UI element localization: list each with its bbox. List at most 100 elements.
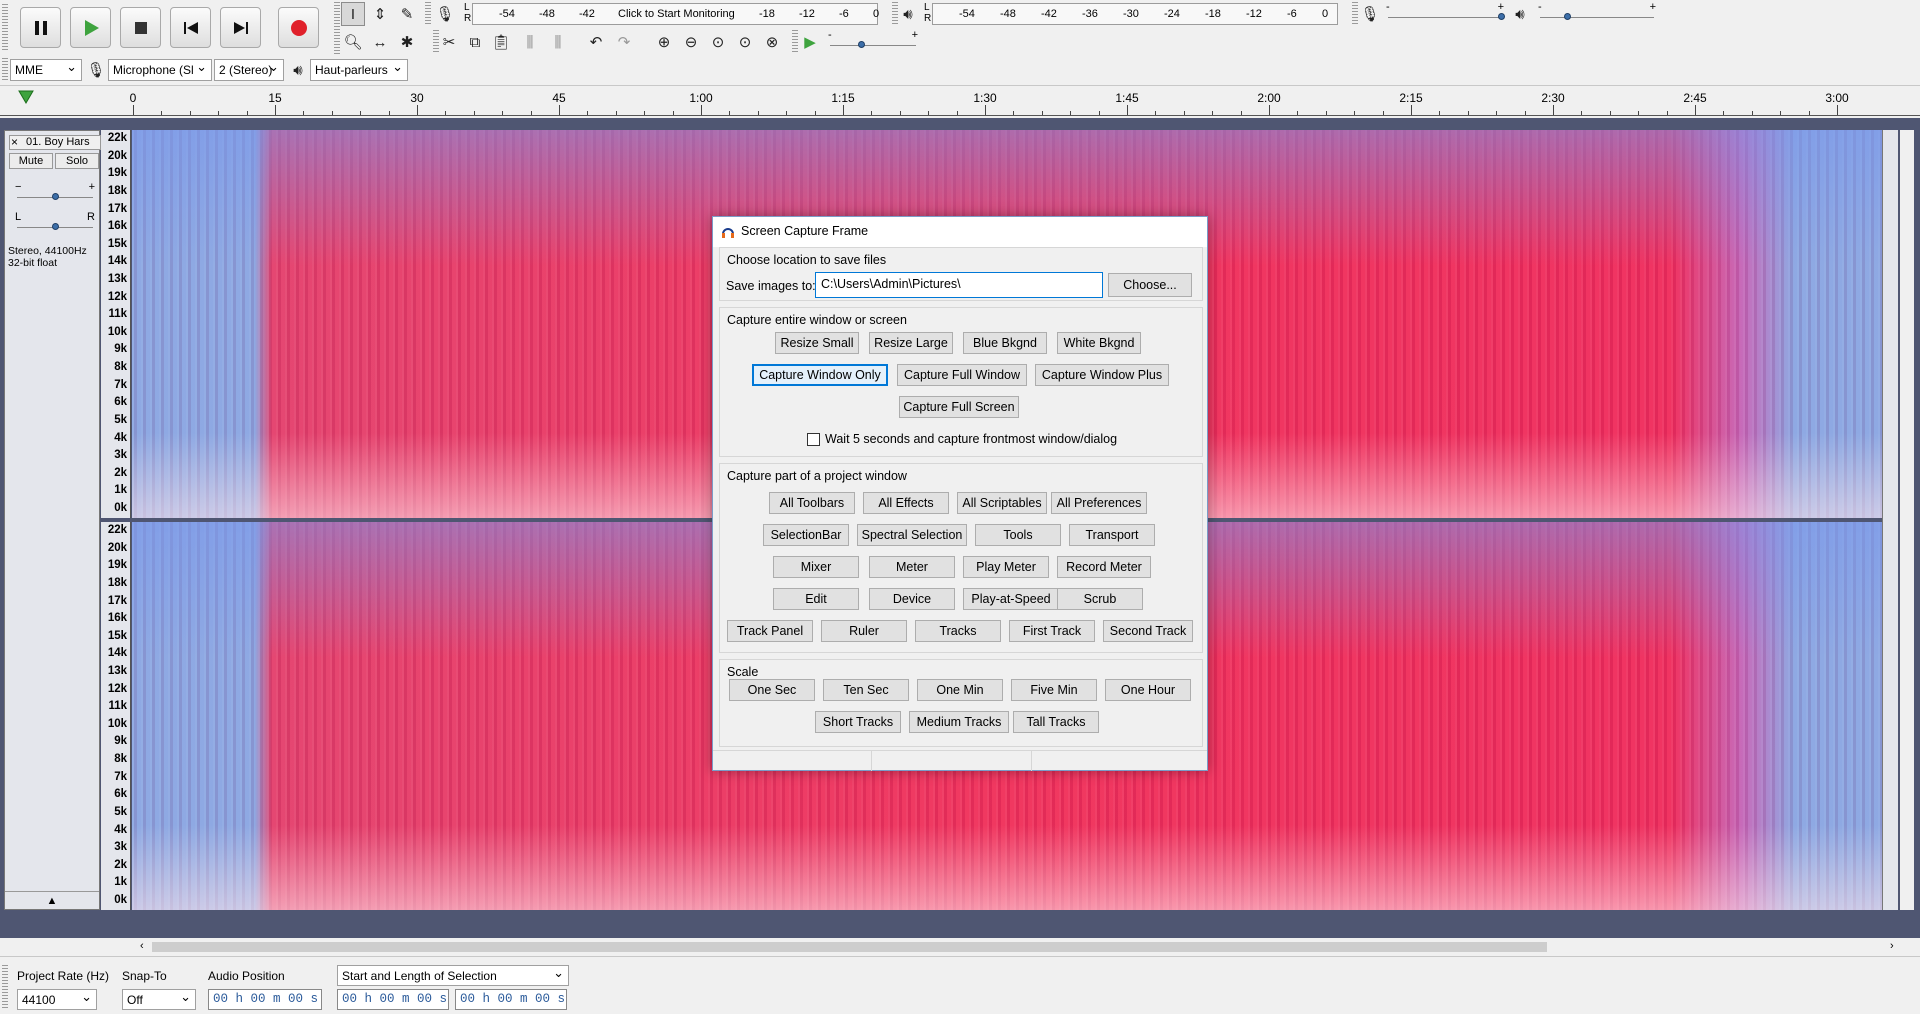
cut-button[interactable]: ✂ [437,30,461,54]
selection-mode-select[interactable]: Start and Length of Selection [337,965,569,986]
scroll-thumb[interactable] [152,942,1547,952]
play-button[interactable] [70,7,111,48]
play-at-speed-capture-button[interactable]: Play-at-Speed [963,588,1059,610]
paste-button[interactable]: 📋︎ [489,30,513,54]
scrub-capture-button[interactable]: Scrub [1057,588,1143,610]
one-min-scale-button[interactable]: One Min [917,679,1003,701]
trim-button[interactable]: ⫼ [518,30,542,54]
slider-thumb[interactable] [52,193,59,200]
zoom-in-button[interactable]: ⊕ [652,30,676,54]
resize-small-button[interactable]: Resize Small [775,332,859,354]
meter-capture-button[interactable]: Meter [869,556,955,578]
silence-button[interactable]: ⫼ [546,30,570,54]
audio-position-field[interactable]: 00 h 00 m 00 s [208,989,322,1010]
recording-device-select[interactable]: Microphone (Sl [108,59,212,81]
solo-button[interactable]: Solo [55,153,99,169]
selection-start-field[interactable]: 00 h 00 m 00 s [337,989,449,1010]
close-track-icon[interactable]: × [11,135,18,149]
skip-end-button[interactable] [220,7,261,48]
slider-thumb[interactable] [1498,13,1505,20]
capture-window-only-button[interactable]: Capture Window Only [752,364,888,386]
envelope-tool-button[interactable]: ⇕ [368,2,392,26]
white-background-button[interactable]: White Bkgnd [1057,332,1141,354]
save-path-input[interactable]: C:\Users\Admin\Pictures\ [815,272,1103,298]
frequency-scale-left-channel[interactable]: 22k 20k 19k 18k 17k 16k 15k 14k 13k 12k 11k 10k 9k 8k… [101,130,131,518]
stop-button[interactable] [120,7,161,48]
capture-full-window-button[interactable]: Capture Full Window [897,364,1027,386]
ruler-capture-button[interactable]: Ruler [821,620,907,642]
zoom-out-button[interactable]: ⊖ [679,30,703,54]
slider-thumb[interactable] [858,41,865,48]
all-scriptables-capture-button[interactable]: All Scriptables [957,492,1047,514]
one-sec-scale-button[interactable]: One Sec [729,679,815,701]
frequency-scale-right-channel[interactable]: 22k 20k 19k 18k 17k 16k 15k 14k 13k 12k 11k 10k 9k 8k… [101,522,131,910]
playback-volume-slider[interactable]: - + [1538,1,1656,24]
mute-button[interactable]: Mute [9,153,53,169]
choose-folder-button[interactable]: Choose... [1108,273,1192,297]
pan-slider[interactable]: L R [15,211,95,237]
redo-button[interactable]: ↷ [612,30,636,54]
capture-window-plus-button[interactable]: Capture Window Plus [1035,364,1169,386]
tracks-capture-button[interactable]: Tracks [915,620,1001,642]
resize-large-button[interactable]: Resize Large [869,332,953,354]
spectral-selection-capture-button[interactable]: Spectral Selection [857,524,967,546]
timeline-ruler[interactable]: 0 15 30 45 1:00 1:15 1:30 1:45 2:00 2:15 2:30 2:45 3… [0,86,1920,116]
track-control-panel[interactable]: 01. Boy Hars × Mute Solo − + L R Stereo,… [4,130,101,910]
draw-tool-button[interactable]: ✎ [395,2,419,26]
play-meter-button[interactable]: 🔊︎ [896,2,920,26]
edit-capture-button[interactable]: Edit [773,588,859,610]
slider-thumb[interactable] [52,223,59,230]
play-meter-capture-button[interactable]: Play Meter [963,556,1049,578]
vertical-scrollbar[interactable] [1900,130,1914,910]
click-to-start-monitoring-label[interactable]: Click to Start Monitoring [618,8,735,20]
record-meter[interactable]: -54 -48 -42 Click to Start Monitoring -18 -12… [472,3,879,25]
play-head-icon[interactable] [18,90,34,104]
project-rate-select[interactable]: 44100 [17,989,97,1010]
all-effects-capture-button[interactable]: All Effects [863,492,949,514]
fit-project-button[interactable]: ⊙ [733,30,757,54]
scroll-right-icon[interactable]: › [1890,940,1894,952]
selectionbar-capture-button[interactable]: SelectionBar [763,524,849,546]
timeshift-tool-button[interactable]: ↔ [368,30,392,54]
all-toolbars-capture-button[interactable]: All Toolbars [769,492,855,514]
capture-full-screen-button[interactable]: Capture Full Screen [899,396,1019,418]
gain-slider[interactable]: − + [15,181,95,207]
tall-tracks-button[interactable]: Tall Tracks [1013,711,1099,733]
second-track-capture-button[interactable]: Second Track [1103,620,1193,642]
undo-button[interactable]: ↶ [584,30,608,54]
toolbar-grip[interactable] [2,4,8,52]
zoom-tool-button[interactable]: 🔍︎ [341,30,365,54]
slider-thumb[interactable] [1563,13,1571,20]
toolbar-grip[interactable] [2,58,8,82]
audio-host-select[interactable]: MME [10,59,82,81]
ten-sec-scale-button[interactable]: Ten Sec [823,679,909,701]
recording-volume-slider[interactable]: - + [1386,1,1505,24]
playback-device-select[interactable]: Haut-parleurs [310,59,408,81]
skip-start-button[interactable] [170,7,211,48]
selection-length-field[interactable]: 00 h 00 m 00 s [455,989,567,1010]
copy-button[interactable]: ⧉ [463,30,487,54]
device-capture-button[interactable]: Device [869,588,955,610]
tools-capture-button[interactable]: Tools [975,524,1061,546]
multi-tool-button[interactable]: ✱ [395,30,419,54]
play-at-speed-button[interactable]: ▶ [798,30,822,54]
wait-5-seconds-checkbox[interactable] [807,433,820,446]
track-panel-capture-button[interactable]: Track Panel [727,620,813,642]
recording-channels-select[interactable]: 2 (Stereo) [214,59,284,81]
one-hour-scale-button[interactable]: One Hour [1105,679,1191,701]
first-track-capture-button[interactable]: First Track [1009,620,1095,642]
dialog-title-bar[interactable]: Screen Capture Frame [713,217,1207,247]
zoom-toggle-button[interactable]: ⊗ [760,30,784,54]
pause-button[interactable] [20,7,61,48]
short-tracks-button[interactable]: Short Tracks [815,711,901,733]
horizontal-scrollbar[interactable]: ‹ › [0,938,1920,956]
transport-capture-button[interactable]: Transport [1069,524,1155,546]
record-meter-capture-button[interactable]: Record Meter [1057,556,1151,578]
play-speed-slider[interactable]: - + [828,29,918,52]
mixer-capture-button[interactable]: Mixer [773,556,859,578]
scroll-left-icon[interactable]: ‹ [140,940,144,952]
collapse-track-button[interactable]: ▲ [5,891,99,909]
five-min-scale-button[interactable]: Five Min [1011,679,1097,701]
toolbar-grip[interactable] [2,965,8,1009]
selection-tool-button[interactable]: I [341,2,365,26]
